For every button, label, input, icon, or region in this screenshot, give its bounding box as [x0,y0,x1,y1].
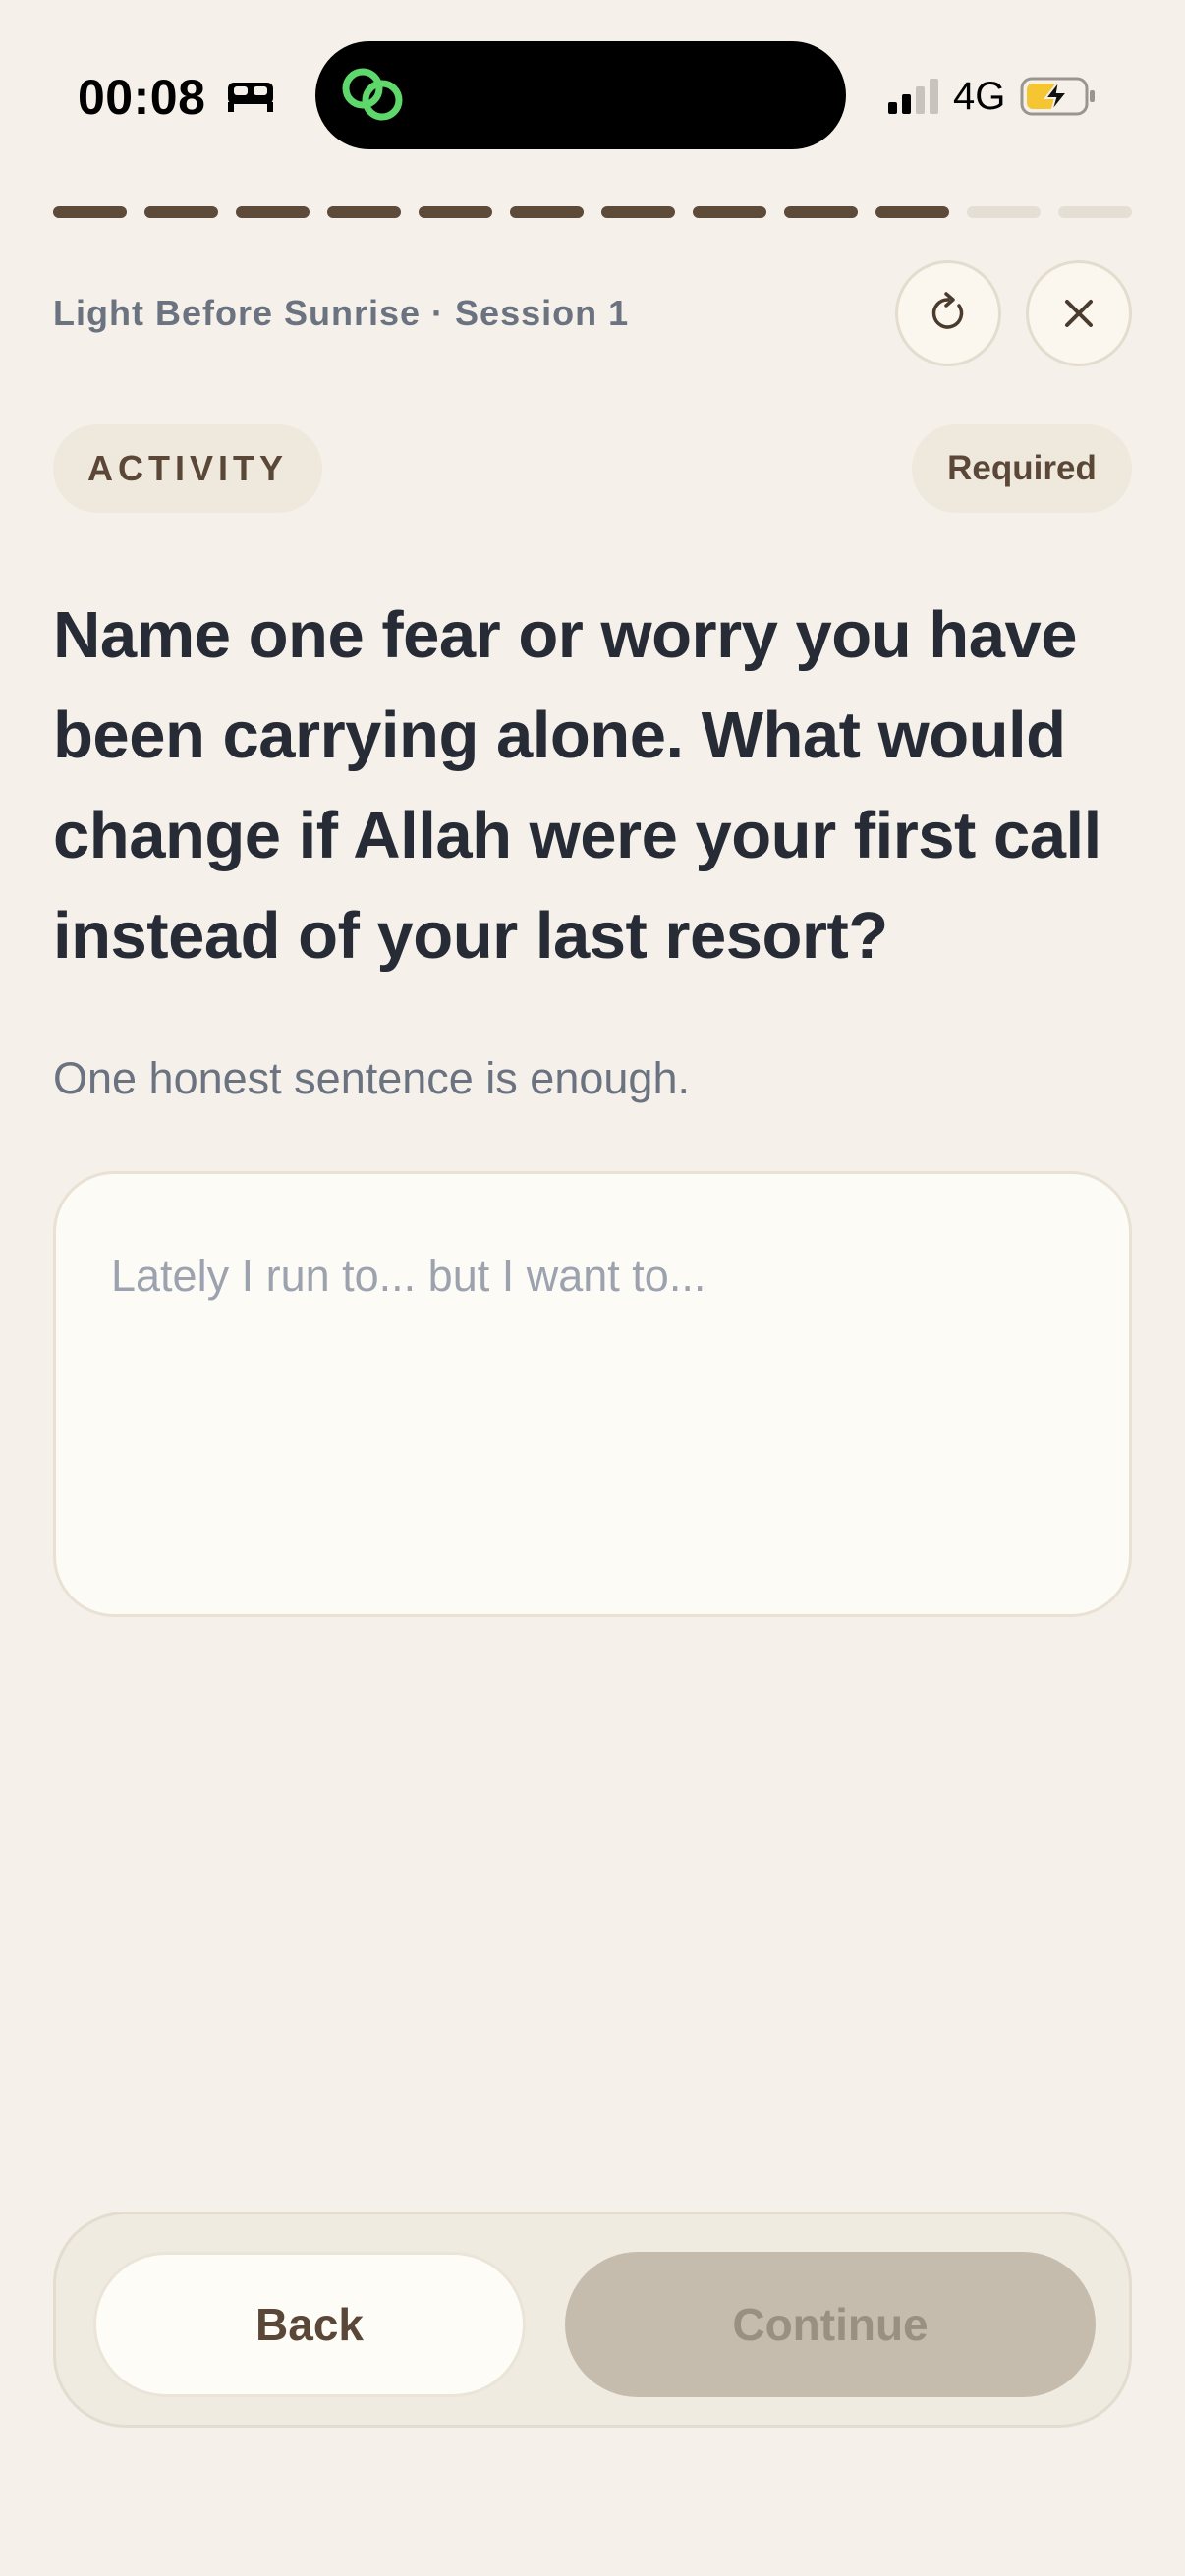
question-hint: One honest sentence is enough. [53,1053,690,1103]
battery-charging-icon [1020,77,1095,116]
signal-icon [888,79,938,114]
answer-input[interactable] [56,1174,1129,1614]
restart-icon [931,292,964,329]
step-progress [53,206,1132,218]
activity-screen: 00:08 4G Light Before Sunrise · Session … [0,0,1185,2576]
progress-segment [967,206,1041,218]
status-time: 00:08 [78,70,206,125]
required-tag: Required [912,424,1132,513]
progress-segment [510,206,584,218]
activity-tag: ACTIVITY [53,424,322,513]
progress-segment [1058,206,1132,218]
back-button[interactable]: Back [93,2252,526,2397]
question-text: Name one fear or worry you have been car… [53,598,1101,973]
network-type: 4G [953,75,1006,118]
link-icon [342,68,403,121]
progress-segment [601,206,675,218]
sleep-icon [228,83,273,112]
progress-segment [53,206,127,218]
progress-segment [875,206,949,218]
restart-button[interactable] [895,260,1001,366]
close-icon [1065,300,1093,327]
close-button[interactable] [1026,260,1132,366]
progress-segment [144,206,218,218]
progress-segment [236,206,310,218]
progress-segment [419,206,492,218]
progress-segment [784,206,858,218]
continue-button[interactable]: Continue [565,2252,1096,2397]
bottom-action-bar: Back Continue [53,2212,1132,2428]
answer-field-container [53,1171,1132,1617]
progress-segment [693,206,766,218]
session-title: Light Before Sunrise · Session 1 [53,293,630,333]
progress-segment [327,206,401,218]
status-bar: 00:08 4G [0,0,1185,196]
